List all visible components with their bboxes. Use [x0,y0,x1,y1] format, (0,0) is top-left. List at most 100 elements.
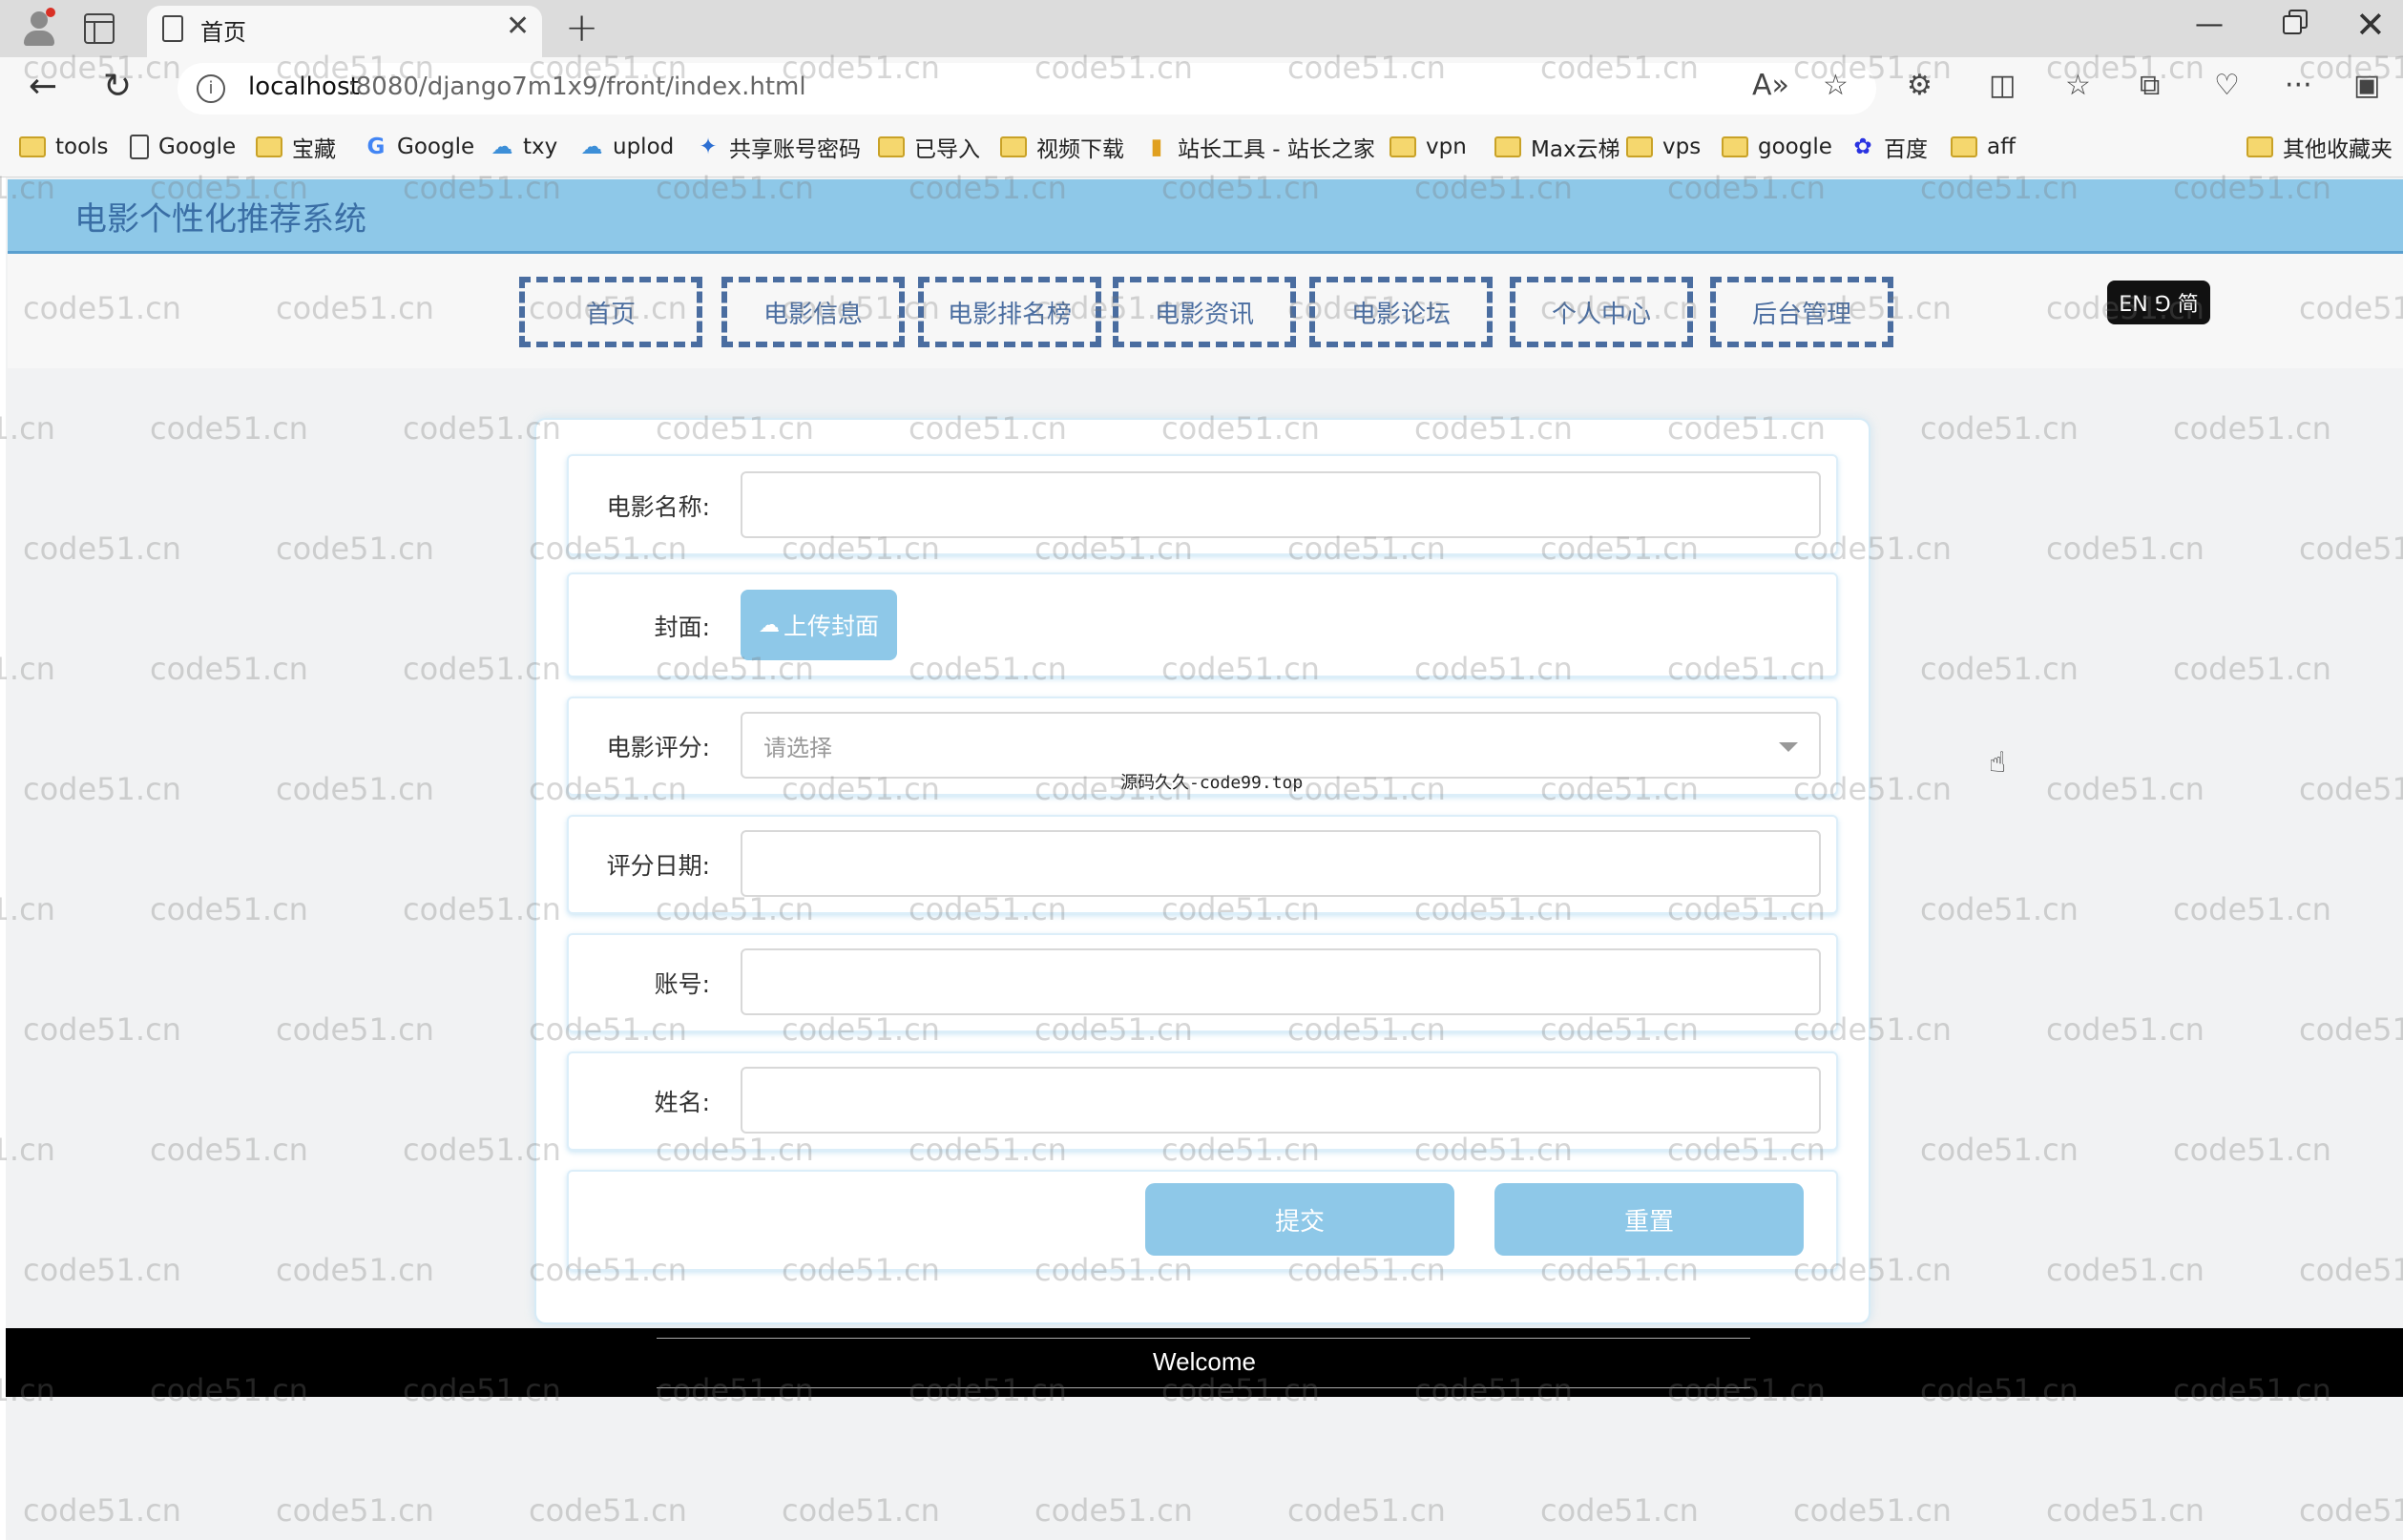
nav-item[interactable]: 电影排名榜 [918,277,1101,347]
chart-icon: ▮ [1150,135,1163,159]
bookmark-item[interactable]: aff [1951,132,2016,162]
folder-icon [19,136,46,157]
new-tab-icon[interactable]: + [565,4,598,51]
url-host: localhost [248,73,360,101]
bookmark-label: 共享账号密码 [729,137,861,162]
folder-icon [1626,136,1653,157]
account-label: 账号: [654,970,710,998]
bookmark-label: tools [55,135,109,159]
account-input[interactable] [741,948,1821,1015]
bookmark-item[interactable]: vpn [1390,132,1467,162]
bookmark-label: Max云梯 [1531,137,1620,162]
tab-title: 首页 [200,19,246,46]
bookmark-label: 其他收藏夹 [2283,137,2393,162]
split-screen-icon[interactable]: ◫ [1989,69,2016,102]
footer-divider [657,1387,1750,1388]
extensions-icon[interactable]: ⚙ [1907,69,1933,102]
folder-icon [1390,136,1416,157]
more-icon[interactable]: ··· [2285,69,2312,102]
name-input[interactable] [741,1067,1821,1134]
bookmark-label: Google [158,135,237,159]
footer-divider [657,1338,1750,1339]
bookmark-item[interactable]: tools [19,132,109,162]
upload-cover-button[interactable]: ☁ 上传封面 [741,590,897,660]
page-icon [130,135,149,159]
bookmark-label: google [1758,135,1832,159]
read-aloud-icon[interactable]: A» [1752,69,1789,102]
cloud-icon: ☁ [580,135,603,159]
page-icon [162,15,183,42]
name-label: 姓名: [654,1089,710,1116]
bookmark-item[interactable]: 已导入 [878,132,980,162]
cover-label: 封面: [654,614,710,641]
rating-label: 电影评分: [606,734,710,761]
favorite-star-icon[interactable]: ☆ [1823,69,1849,102]
folder-icon [1951,136,1977,157]
bookmark-item[interactable]: 视频下载 [1000,132,1124,162]
folder-icon [1722,136,1748,157]
submit-button[interactable]: 提交 [1145,1183,1454,1256]
window-close-icon[interactable]: ✕ [2355,4,2386,46]
restore-icon[interactable] [2281,10,2308,36]
hand-cursor-icon: ☝ [1989,746,2007,780]
tab-close-icon[interactable]: ✕ [506,10,530,43]
bookmark-item[interactable]: ✿ 百度 [1849,132,1928,162]
bookmark-label: uplod [613,135,675,159]
bookmark-label: 站长工具 - 站长之家 [1178,137,1375,162]
bookmark-item[interactable]: vps [1626,132,1701,162]
nav-item[interactable]: 首页 [519,277,702,347]
upload-cover-label: 上传封面 [783,613,879,640]
bookmark-label: 视频下载 [1036,137,1124,162]
reset-button[interactable]: 重置 [1494,1183,1804,1256]
bookmark-item[interactable]: 其他收藏夹 [2246,132,2393,162]
language-toggle-button[interactable]: EN ⅁ 简 [2107,281,2210,324]
bookmark-item[interactable]: google [1722,132,1832,162]
bookmark-item[interactable]: Google [130,132,236,162]
movie-name-input[interactable] [741,471,1821,538]
tab-actions-icon[interactable] [84,13,115,44]
share-icon: ✦ [699,135,718,159]
bookmark-item[interactable]: ▮ 站长工具 - 站长之家 [1143,132,1375,162]
site-info-icon[interactable]: i [197,74,225,103]
date-label: 评分日期: [606,852,710,880]
url-path: :8080/django7m1x9/front/index.html [347,73,806,101]
folder-icon [1000,136,1027,157]
profile-avatar-icon[interactable] [21,8,57,48]
cloud-icon: ☁ [491,135,513,159]
date-input[interactable] [741,830,1821,897]
bookmark-item[interactable]: ☁ txy [489,132,558,162]
source-note: 源码久久-code99.top [1120,773,1304,793]
cloud-upload-icon: ☁ [758,613,780,637]
folder-icon [1494,136,1521,157]
nav-item[interactable]: 后台管理 [1710,277,1893,347]
nav-item[interactable]: 电影信息 [721,277,905,347]
footer-welcome-text: Welcome [1153,1347,1256,1376]
bookmark-label: 宝藏 [292,137,336,162]
sidebar-icon[interactable]: ▣ [2353,69,2380,102]
chevron-down-icon [1779,742,1798,752]
bookmark-item[interactable]: 宝藏 [256,132,336,162]
folder-icon [256,136,282,157]
bookmark-label: txy [523,135,558,159]
nav-item[interactable]: 电影论坛 [1309,277,1493,347]
nav-item[interactable]: 个人中心 [1510,277,1693,347]
collections-icon[interactable]: ⧉ [2140,69,2160,102]
reload-icon[interactable]: ↻ [103,67,132,106]
browser-health-icon[interactable]: ♡ [2214,69,2240,102]
minimize-icon[interactable]: — [2195,8,2224,41]
bookmark-item[interactable]: G Google [363,132,475,162]
nav-item[interactable]: 电影资讯 [1113,277,1296,347]
bookmark-label: 已导入 [914,137,980,162]
bookmark-label: vps [1662,135,1702,159]
bookmark-item[interactable]: Max云梯 [1494,132,1620,162]
bookmark-label: vpn [1426,135,1467,159]
bookmark-label: aff [1987,135,2016,159]
folder-icon [2246,136,2273,157]
site-title: 电影个性化推荐系统 [74,200,366,239]
back-arrow-icon[interactable]: ← [29,67,57,106]
favorites-icon[interactable]: ☆ [2065,69,2091,102]
baidu-icon: ✿ [1853,135,1872,159]
bookmark-item[interactable]: ☁ uplod [578,132,675,162]
bookmark-item[interactable]: ✦ 共享账号密码 [695,132,861,162]
bookmark-label: Google [397,135,475,159]
